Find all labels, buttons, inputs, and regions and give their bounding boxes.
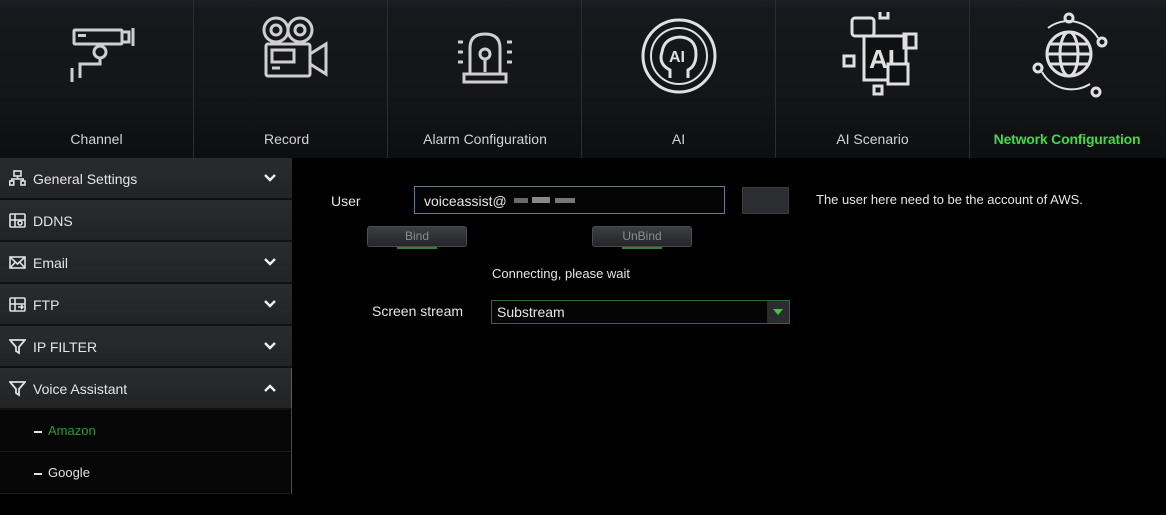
video-recorder-icon <box>236 12 346 120</box>
sidebar-item-voice-assistant[interactable]: Voice Assistant <box>0 368 292 410</box>
unbind-button[interactable]: UnBind <box>592 226 692 249</box>
svg-text:AI: AI <box>669 49 685 66</box>
globe-icon <box>1012 12 1122 120</box>
tab-ai-label: AI <box>671 131 686 147</box>
camera-icon <box>42 12 152 120</box>
tab-channel[interactable]: Channel <box>0 0 194 158</box>
sidebar-item-ddns[interactable]: DDNS <box>0 200 292 242</box>
sidebar-item-ftp[interactable]: FTP <box>0 284 292 326</box>
dash-marker <box>34 473 42 475</box>
sidebar-subitem-amazon[interactable]: Amazon <box>0 410 292 452</box>
sidebar: General Settings DDNS Email FTP IP FILTE… <box>0 158 292 515</box>
unbind-button-label: UnBind <box>622 229 662 243</box>
account-note: The user here need to be the account of … <box>816 192 1083 207</box>
user-select-button[interactable] <box>742 187 789 214</box>
sidebar-item-ip-filter[interactable]: IP FILTER <box>0 326 292 368</box>
bind-button-label: Bind <box>404 229 430 243</box>
dash-marker <box>34 431 42 433</box>
screen-stream-label: Screen stream <box>372 303 464 319</box>
filter-icon <box>8 380 27 397</box>
redacted-mask <box>532 197 550 203</box>
chevron-down-icon <box>264 342 276 350</box>
sidebar-item-label: FTP <box>33 297 60 313</box>
tab-record[interactable]: Record <box>194 0 388 158</box>
sidebar-item-label: DDNS <box>33 213 73 229</box>
filter-icon <box>8 338 27 355</box>
ai-scenario-icon: AI <box>818 8 928 120</box>
screen-stream-value: Substream <box>497 304 565 320</box>
sidebar-subitem-google[interactable]: Google <box>0 452 292 494</box>
tab-record-label: Record <box>264 131 310 147</box>
chevron-down-icon <box>264 300 276 308</box>
screen-stream-select[interactable]: Substream <box>491 300 790 324</box>
sidebar-item-label: General Settings <box>33 171 138 187</box>
button-underline <box>622 247 662 249</box>
bind-button[interactable]: Bind <box>367 226 467 249</box>
sidebar-subitem-label: Google <box>48 465 90 480</box>
status-text: Connecting, please wait <box>492 266 631 281</box>
tab-network-configuration-label: Network Configuration <box>993 131 1141 147</box>
sidebar-item-label: IP FILTER <box>33 339 98 355</box>
sidebar-item-label: Voice Assistant <box>33 381 128 397</box>
tab-alarm-configuration-label: Alarm Configuration <box>423 131 547 147</box>
user-field-value: voiceassist@ <box>424 193 507 209</box>
redacted-mask <box>514 198 528 203</box>
tab-ai-scenario[interactable]: AI AI Scenario <box>776 0 970 158</box>
alarm-light-icon <box>430 12 540 120</box>
ddns-icon <box>9 212 26 229</box>
redacted-mask <box>555 198 575 203</box>
user-label: User <box>331 193 361 209</box>
ftp-icon <box>9 296 26 313</box>
tab-ai-scenario-label: AI Scenario <box>836 131 909 147</box>
ai-head-icon: AI <box>624 12 734 120</box>
tab-ai[interactable]: AI AI <box>582 0 776 158</box>
sidebar-item-email[interactable]: Email <box>0 242 292 284</box>
chevron-up-icon <box>264 384 276 392</box>
chevron-down-icon <box>264 258 276 266</box>
envelope-icon <box>9 254 26 271</box>
tab-channel-label: Channel <box>70 131 123 147</box>
top-nav: Channel Record Alarm Configuration AI AI… <box>0 0 1166 158</box>
dropdown-arrow-icon[interactable] <box>767 301 789 323</box>
button-underline <box>397 247 437 249</box>
sidebar-item-general-settings[interactable]: General Settings <box>0 158 292 200</box>
sidebar-item-label: Email <box>33 255 69 271</box>
sidebar-subitem-label: Amazon <box>48 423 96 438</box>
tab-alarm-configuration[interactable]: Alarm Configuration <box>388 0 582 158</box>
network-icon <box>9 170 26 187</box>
chevron-down-icon <box>264 174 276 182</box>
tab-network-configuration[interactable]: Network Configuration <box>970 0 1164 158</box>
